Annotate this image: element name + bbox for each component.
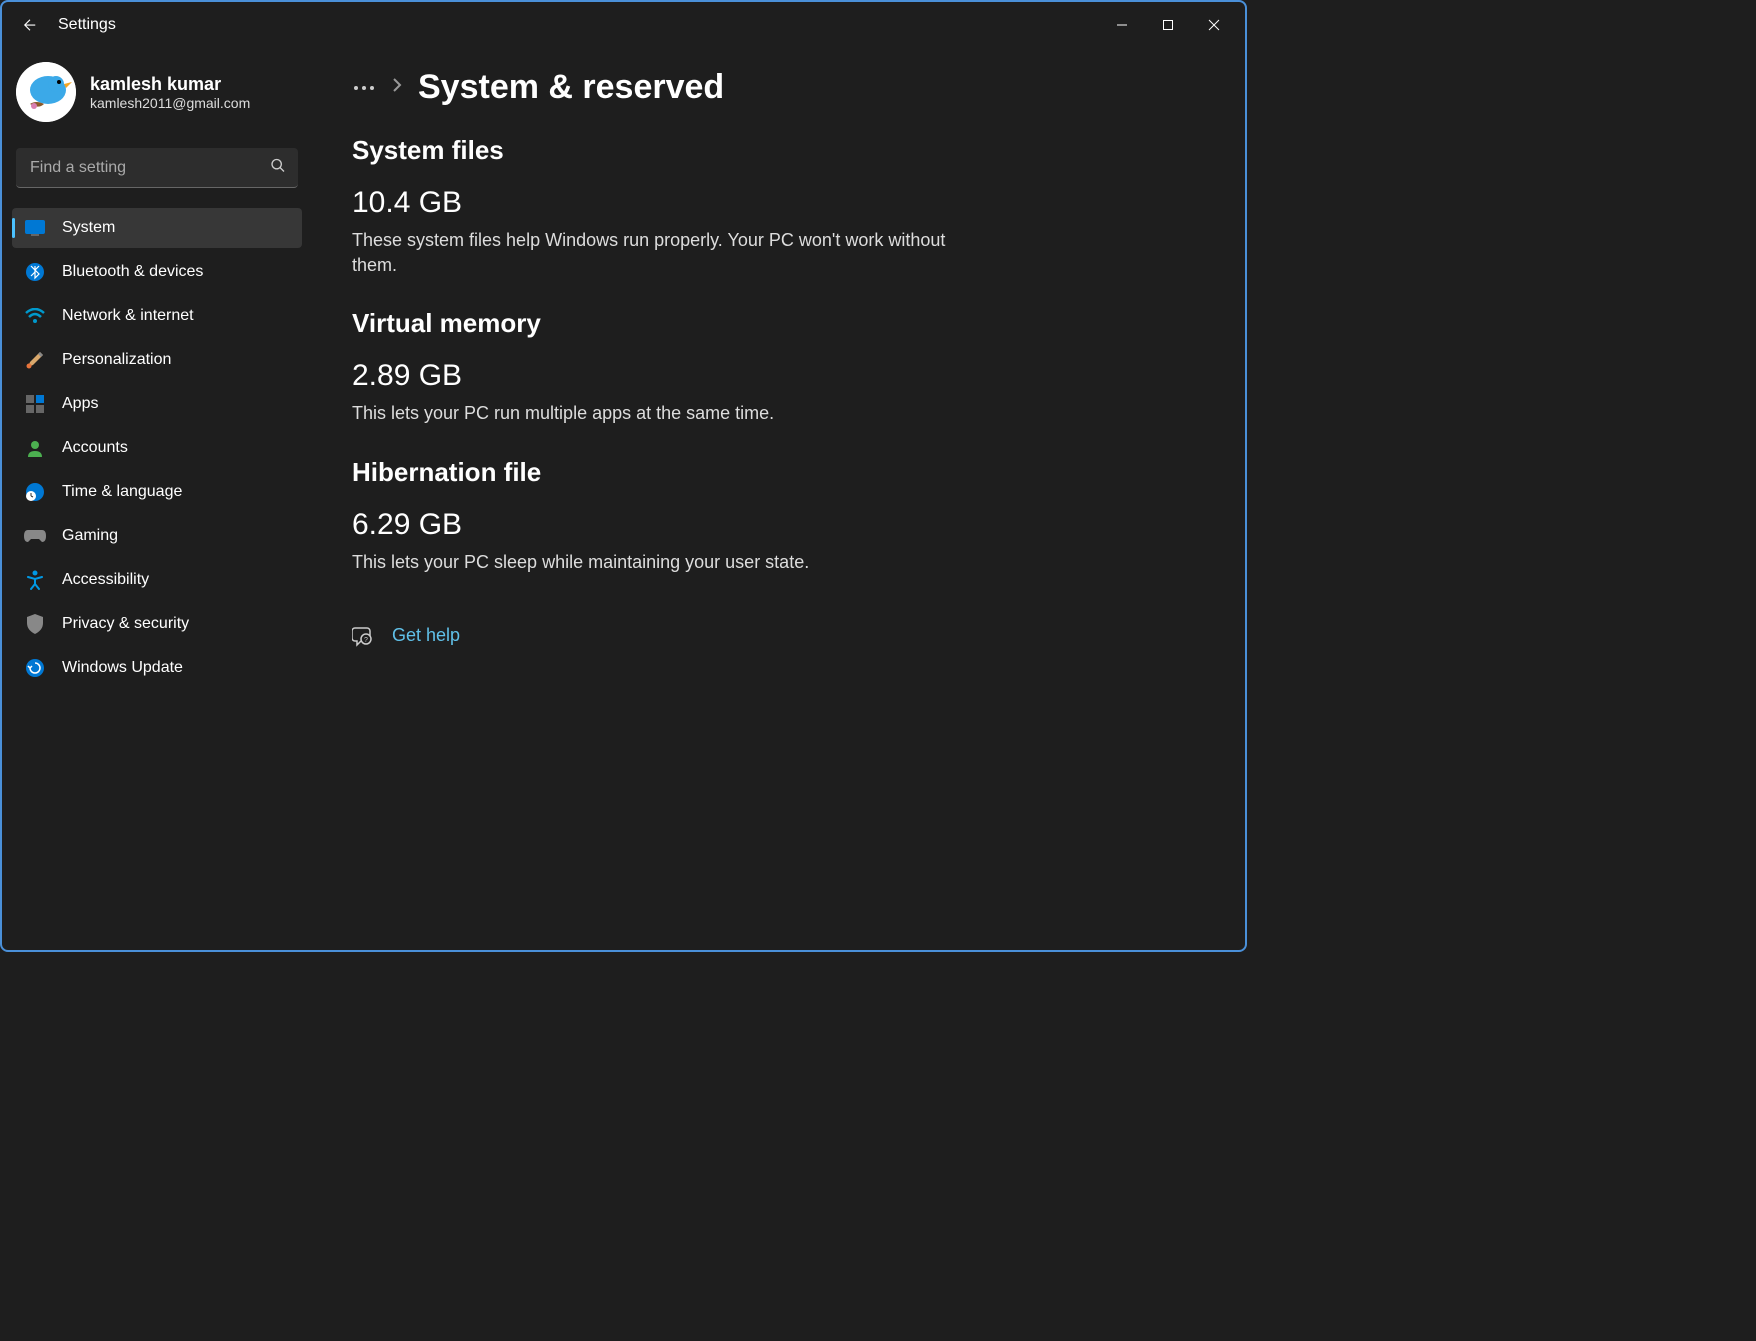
breadcrumb-more-button[interactable] <box>352 79 376 97</box>
back-button[interactable] <box>10 5 50 45</box>
section-title: Virtual memory <box>352 308 1205 339</box>
help-icon: ? <box>352 625 374 647</box>
section-hibernation-file: Hibernation file 6.29 GB This lets your … <box>352 457 1205 575</box>
apps-icon <box>24 393 46 415</box>
dots-icon <box>352 84 376 92</box>
search-icon <box>270 158 286 179</box>
user-name: kamlesh kumar <box>90 74 250 95</box>
maximize-icon <box>1162 19 1174 31</box>
sidebar-item-network[interactable]: Network & internet <box>12 296 302 336</box>
sidebar-item-label: Personalization <box>62 351 171 369</box>
sidebar-item-label: Gaming <box>62 527 118 545</box>
bluetooth-icon <box>24 261 46 283</box>
get-help-link[interactable]: ? Get help <box>352 625 1205 647</box>
sidebar-item-apps[interactable]: Apps <box>12 384 302 424</box>
sidebar-item-label: Accessibility <box>62 571 149 589</box>
person-icon <box>24 437 46 459</box>
sidebar-item-time-language[interactable]: Time & language <box>12 472 302 512</box>
minimize-icon <box>1116 19 1128 31</box>
page-title: System & reserved <box>418 68 724 107</box>
wifi-icon <box>24 305 46 327</box>
titlebar: Settings <box>2 2 1245 48</box>
user-info: kamlesh kumar kamlesh2011@gmail.com <box>90 74 250 111</box>
avatar <box>16 62 76 122</box>
maximize-button[interactable] <box>1145 9 1191 41</box>
sidebar-item-windows-update[interactable]: Windows Update <box>12 648 302 688</box>
update-icon <box>24 657 46 679</box>
section-system-files: System files 10.4 GB These system files … <box>352 135 1205 278</box>
section-value: 10.4 GB <box>352 186 1205 220</box>
breadcrumb: System & reserved <box>352 68 1205 107</box>
sidebar-item-personalization[interactable]: Personalization <box>12 340 302 380</box>
sidebar-item-accessibility[interactable]: Accessibility <box>12 560 302 600</box>
close-icon <box>1208 19 1220 31</box>
sidebar-item-label: Windows Update <box>62 659 183 677</box>
sidebar: kamlesh kumar kamlesh2011@gmail.com Syst… <box>2 48 312 950</box>
sidebar-item-label: Time & language <box>62 483 182 501</box>
accessibility-icon <box>24 569 46 591</box>
display-icon <box>24 217 46 239</box>
sidebar-item-label: System <box>62 219 115 237</box>
search-input[interactable] <box>16 148 298 188</box>
sidebar-item-bluetooth[interactable]: Bluetooth & devices <box>12 252 302 292</box>
sidebar-item-label: Privacy & security <box>62 615 189 633</box>
sidebar-item-gaming[interactable]: Gaming <box>12 516 302 556</box>
section-value: 6.29 GB <box>352 508 1205 542</box>
help-label: Get help <box>392 625 460 646</box>
svg-text:?: ? <box>364 637 368 644</box>
sidebar-item-label: Accounts <box>62 439 128 457</box>
section-description: This lets your PC sleep while maintainin… <box>352 550 952 575</box>
sidebar-item-system[interactable]: System <box>12 208 302 248</box>
sidebar-item-label: Apps <box>62 395 98 413</box>
user-email: kamlesh2011@gmail.com <box>90 95 250 111</box>
section-value: 2.89 GB <box>352 359 1205 393</box>
clock-globe-icon <box>24 481 46 503</box>
paintbrush-icon <box>24 349 46 371</box>
close-button[interactable] <box>1191 9 1237 41</box>
main-content: System & reserved System files 10.4 GB T… <box>312 48 1245 950</box>
section-description: This lets your PC run multiple apps at t… <box>352 401 952 426</box>
section-description: These system files help Windows run prop… <box>352 228 952 278</box>
sidebar-item-label: Bluetooth & devices <box>62 263 203 281</box>
chevron-right-icon <box>392 77 402 98</box>
shield-icon <box>24 613 46 635</box>
section-title: System files <box>352 135 1205 166</box>
sidebar-item-label: Network & internet <box>62 307 194 325</box>
app-title: Settings <box>58 16 116 34</box>
gamepad-icon <box>24 525 46 547</box>
window-controls <box>1099 9 1237 41</box>
search-box <box>16 148 298 188</box>
sidebar-item-privacy[interactable]: Privacy & security <box>12 604 302 644</box>
minimize-button[interactable] <box>1099 9 1145 41</box>
section-virtual-memory: Virtual memory 2.89 GB This lets your PC… <box>352 308 1205 426</box>
arrow-left-icon <box>21 16 39 34</box>
section-title: Hibernation file <box>352 457 1205 488</box>
bird-avatar-icon <box>16 62 76 122</box>
sidebar-item-accounts[interactable]: Accounts <box>12 428 302 468</box>
user-account-button[interactable]: kamlesh kumar kamlesh2011@gmail.com <box>12 58 302 138</box>
